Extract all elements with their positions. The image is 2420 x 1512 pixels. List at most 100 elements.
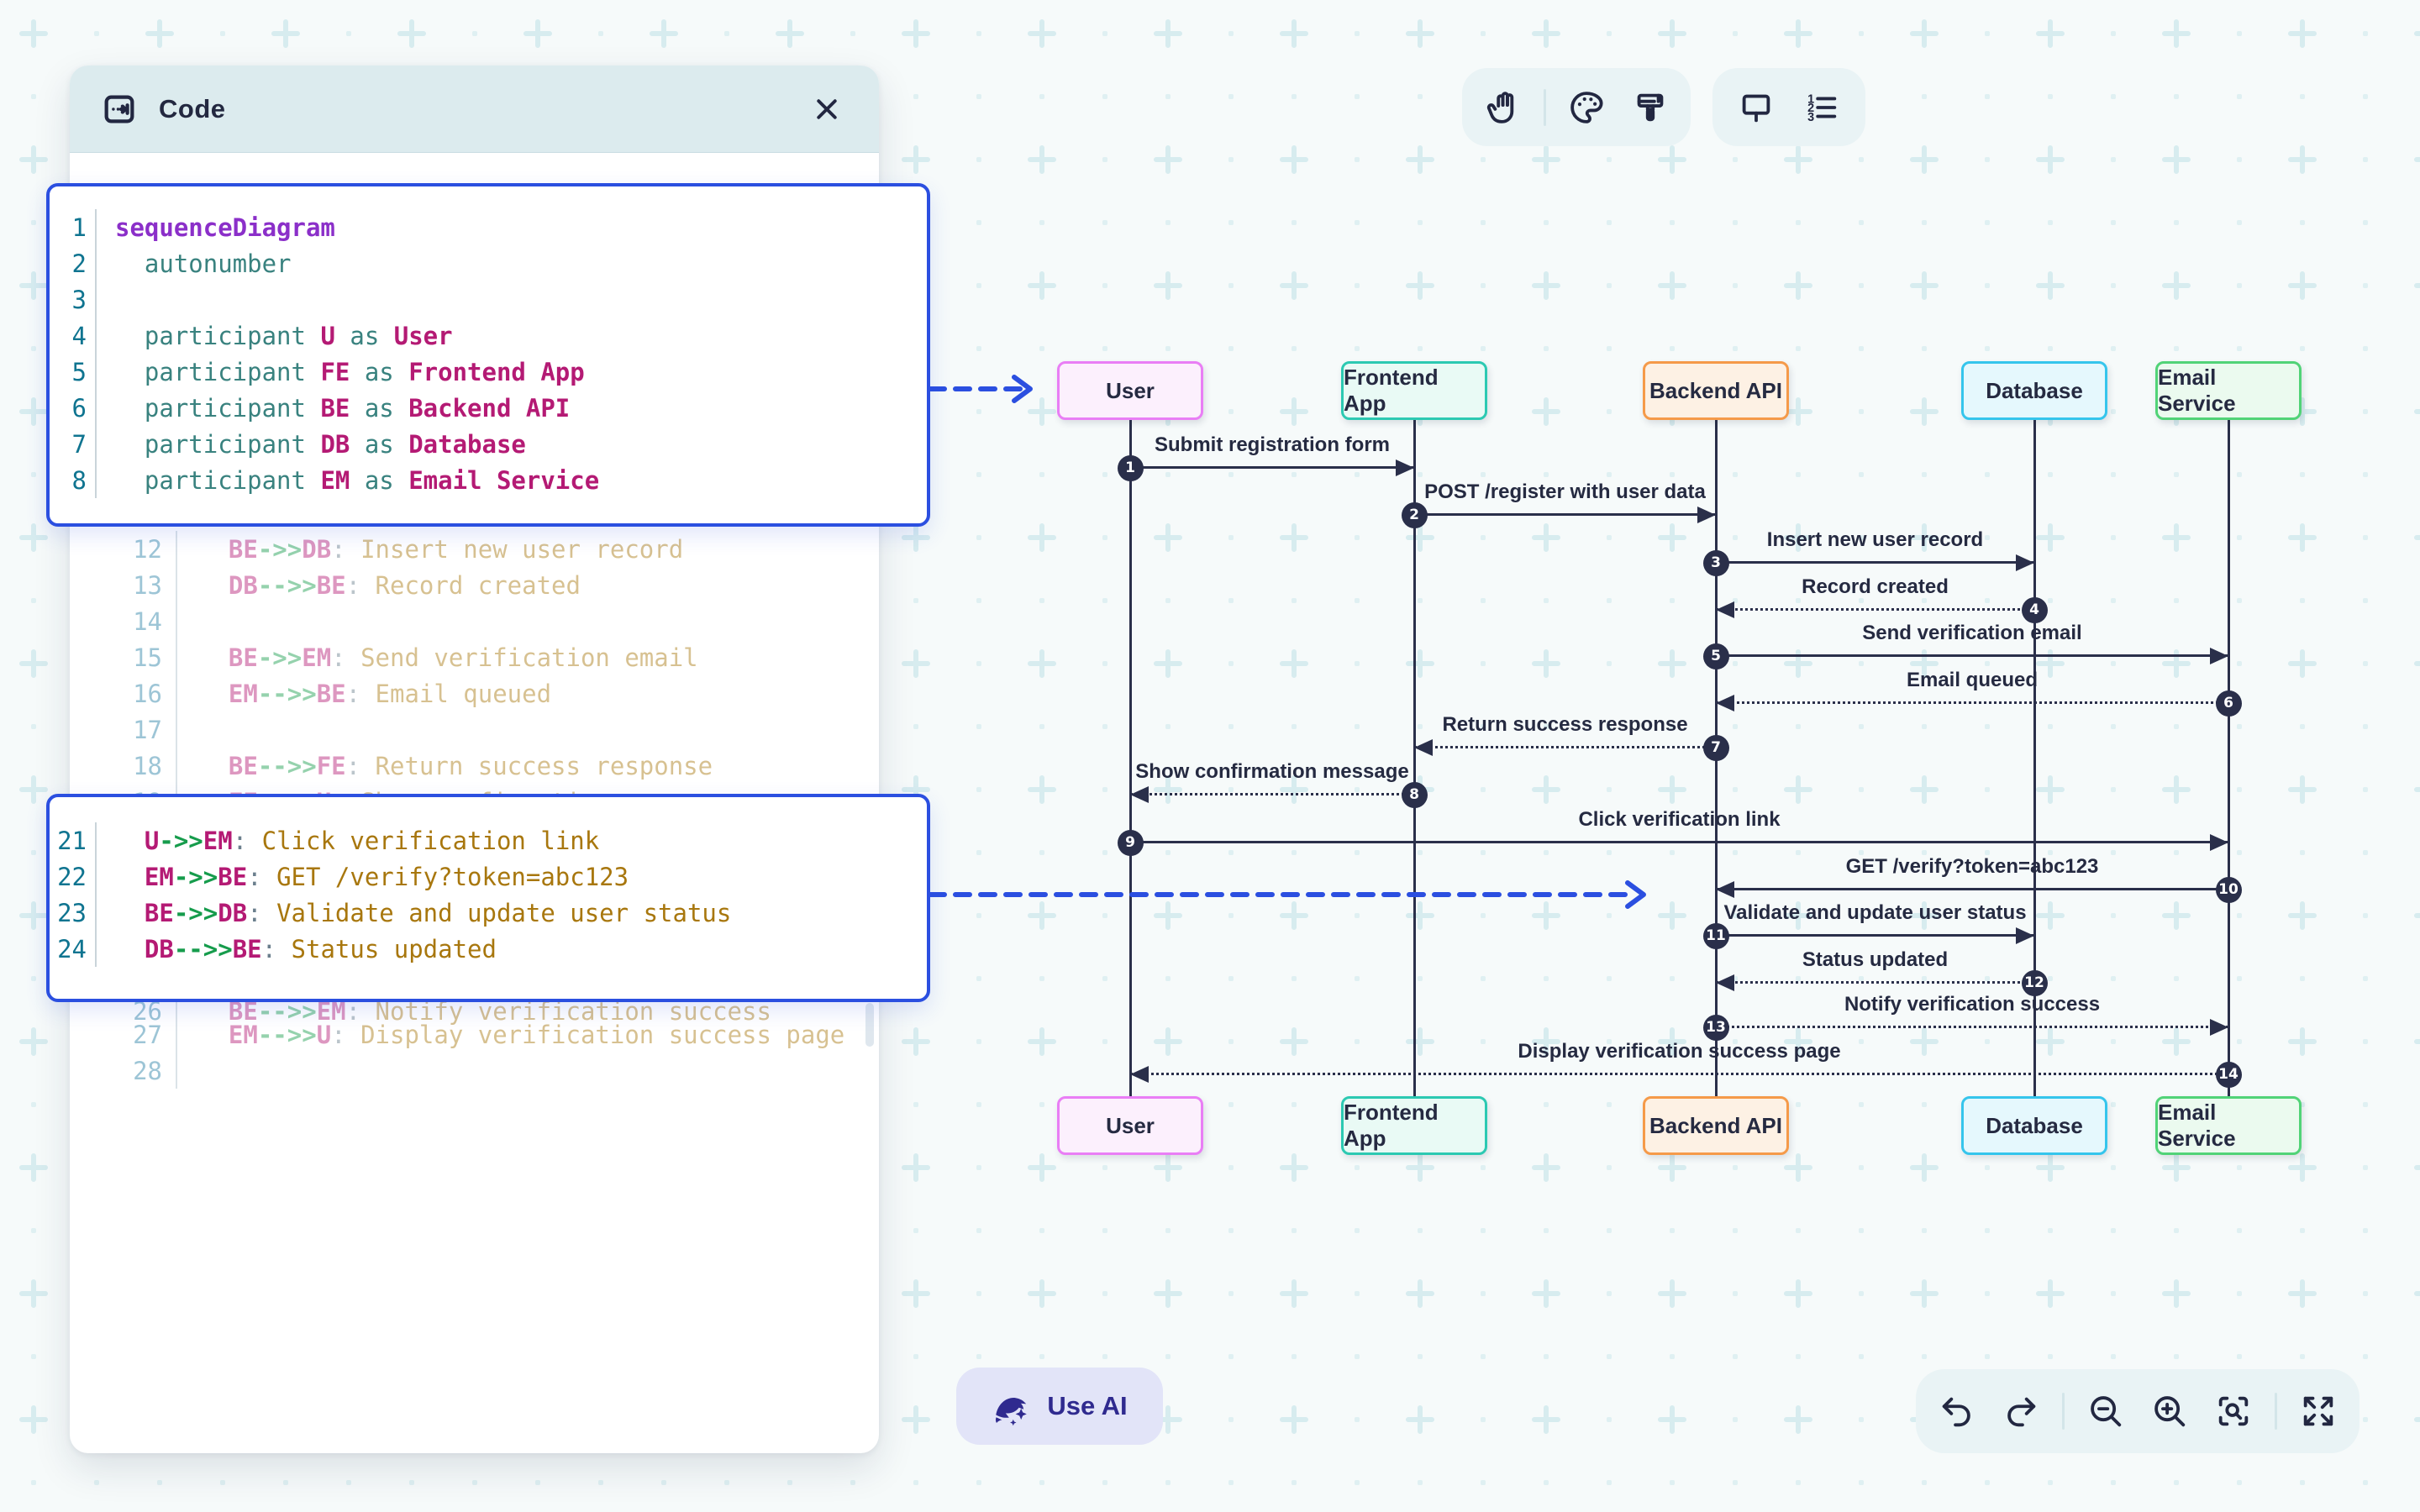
- zoom-in-icon[interactable]: [2147, 1388, 2192, 1435]
- code-lines-tail: 27 EM-->>U: Display verification success…: [70, 1016, 844, 1089]
- message-label: POST /register with user data: [1414, 480, 1716, 504]
- line-number: 15: [70, 643, 176, 672]
- participant-box-DB[interactable]: Database: [1961, 361, 2107, 420]
- line-number: 1: [50, 213, 95, 242]
- message-label: Show confirmation message: [1130, 760, 1414, 784]
- code-line: 8 participant EM as Email Service: [50, 462, 927, 498]
- toolbar-divider: [2062, 1393, 2065, 1430]
- line-number: 7: [50, 430, 95, 459]
- use-ai-label: Use AI: [1047, 1391, 1127, 1421]
- brush-icon[interactable]: [1628, 84, 1673, 131]
- message-label: Notify verification success: [1716, 993, 2228, 1016]
- code-line: 4 participant U as User: [50, 318, 927, 354]
- message-line: [1130, 1073, 2228, 1075]
- toolbar-divider: [2275, 1393, 2277, 1430]
- participant-box-FE[interactable]: Frontend App: [1341, 361, 1487, 420]
- message-label: Display verification success page: [1130, 1040, 2228, 1063]
- message-number-badge: 3: [1703, 550, 1729, 576]
- code-line: 21 U->>EM: Click verification link: [50, 822, 927, 858]
- message-number-badge: 12: [2022, 970, 2048, 996]
- participant-box-U[interactable]: User: [1057, 1096, 1203, 1155]
- redo-icon[interactable]: [1998, 1388, 2044, 1435]
- hand-icon[interactable]: [1480, 84, 1525, 131]
- use-ai-button[interactable]: Use AI: [956, 1368, 1163, 1445]
- message-line: [1716, 561, 2034, 564]
- participant-box-EM[interactable]: Email Service: [2155, 361, 2302, 420]
- scan-search-icon[interactable]: [2211, 1388, 2256, 1435]
- line-number: 2: [50, 249, 95, 278]
- presentation-icon[interactable]: [1733, 84, 1779, 131]
- participant-box-U[interactable]: User: [1057, 361, 1203, 420]
- participant-box-FE[interactable]: Frontend App: [1341, 1096, 1487, 1155]
- message-number-badge: 1: [1118, 455, 1144, 481]
- view-toolbar: 1 2 3: [1712, 68, 1865, 146]
- numbered-list-icon[interactable]: 1 2 3: [1799, 84, 1844, 131]
- message-line: [1716, 1026, 2228, 1028]
- code-line: 27 EM-->>U: Display verification success…: [70, 1016, 844, 1053]
- code-line: 15 BE->>EM: Send verification email: [70, 639, 728, 675]
- scrollbar-thumb[interactable]: [865, 1003, 874, 1047]
- line-number: 21: [50, 827, 95, 855]
- code-line: 16 EM-->>BE: Email queued: [70, 675, 728, 711]
- line-number: 16: [70, 680, 176, 708]
- line-number: 23: [50, 899, 95, 927]
- code-line: 2 autonumber: [50, 245, 927, 281]
- maximize-icon[interactable]: [2296, 1388, 2341, 1435]
- message-line: [1414, 513, 1716, 516]
- arrowhead: [1716, 695, 1734, 711]
- message-line: [1716, 608, 2034, 611]
- line-number: 14: [70, 607, 176, 636]
- arrowhead: [1716, 881, 1734, 898]
- participant-box-BE[interactable]: Backend API: [1643, 1096, 1789, 1155]
- line-number: 6: [50, 394, 95, 423]
- arrowhead: [1414, 739, 1433, 756]
- undo-icon[interactable]: [1934, 1388, 1980, 1435]
- code-line: 3: [50, 281, 927, 318]
- line-number: 18: [70, 752, 176, 780]
- participant-box-BE[interactable]: Backend API: [1643, 361, 1789, 420]
- message-number-badge: 7: [1703, 735, 1729, 761]
- message-number-badge: 11: [1703, 923, 1729, 949]
- message-number-badge: 2: [1402, 502, 1428, 528]
- participant-box-EM[interactable]: Email Service: [2155, 1096, 2302, 1155]
- message-number-badge: 6: [2216, 690, 2242, 717]
- zoom-out-icon[interactable]: [2083, 1388, 2128, 1435]
- arrowhead: [1697, 507, 1716, 523]
- palette-icon[interactable]: [1564, 84, 1609, 131]
- line-number: 27: [70, 1021, 176, 1049]
- code-to-diagram-arrow: [928, 878, 1663, 911]
- message-line: [1716, 934, 2034, 937]
- line-number: 3: [50, 286, 95, 314]
- code-line: 24 DB-->>BE: Status updated: [50, 931, 927, 967]
- line-number: 24: [50, 935, 95, 963]
- message-line: [1130, 793, 1414, 795]
- arrowhead: [2016, 554, 2034, 571]
- arrowhead: [1716, 601, 1734, 618]
- close-icon[interactable]: [805, 87, 849, 131]
- arrowhead: [2210, 834, 2228, 851]
- message-number-badge: 8: [1402, 782, 1428, 808]
- message-number-badge: 4: [2022, 597, 2048, 623]
- message-number-badge: 14: [2216, 1062, 2242, 1088]
- message-label: Return success response: [1414, 713, 1716, 737]
- arrowhead: [1396, 459, 1414, 476]
- message-number-badge: 9: [1118, 830, 1144, 856]
- line-number: 17: [70, 716, 176, 744]
- participant-box-DB[interactable]: Database: [1961, 1096, 2107, 1155]
- toolbar-divider: [1544, 89, 1546, 126]
- message-label: Click verification link: [1130, 808, 2228, 832]
- whiteboard-canvas[interactable]: User User Frontend App Frontend App Backend …: [0, 0, 2420, 1512]
- arrowhead: [2210, 1019, 2228, 1036]
- tools-toolbar: [1462, 68, 1691, 146]
- arrowhead: [1130, 786, 1149, 803]
- arrowhead: [1716, 974, 1734, 991]
- message-line: [1716, 701, 2228, 704]
- arrowhead: [1130, 1066, 1149, 1083]
- message-line: [1414, 746, 1716, 748]
- message-number-badge: 13: [1703, 1015, 1729, 1041]
- message-number-badge: 10: [2216, 877, 2242, 903]
- line-number: 8: [50, 466, 95, 495]
- line-number: 13: [70, 571, 176, 600]
- lifeline-U: [1129, 420, 1132, 1096]
- message-label: Validate and update user status: [1716, 901, 2034, 925]
